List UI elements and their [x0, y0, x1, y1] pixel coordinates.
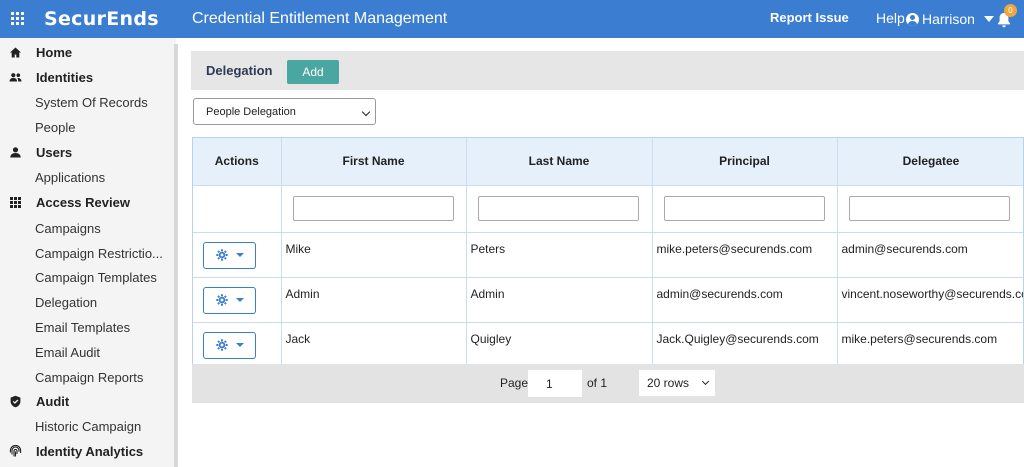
cell-first-name: Jack — [281, 321, 467, 367]
shield-icon — [9, 395, 22, 408]
cell-principal: Jack.Quigley@securends.com — [652, 321, 838, 367]
delegation-type-value: People Delegation — [206, 105, 296, 118]
app-grid-icon[interactable] — [11, 12, 24, 25]
notification-badge: 0 — [1004, 4, 1017, 17]
sidebar-item-identities[interactable]: Identities — [0, 66, 176, 88]
row-actions-button[interactable] — [203, 331, 256, 359]
caret-down-icon — [983, 16, 994, 22]
row-actions-button[interactable] — [203, 241, 256, 269]
gear-icon — [215, 294, 228, 306]
sidebar-item-label: Email Audit — [35, 344, 101, 360]
sidebar-item-campaigns[interactable]: Campaigns — [0, 217, 176, 239]
delegation-type-select[interactable]: People Delegation — [193, 98, 376, 125]
sidebar-item-identity-analytics[interactable]: Identity Analytics — [0, 440, 176, 462]
gear-icon — [215, 339, 228, 351]
sidebar-item-label: Campaign Templates — [35, 269, 157, 285]
sidebar-item-label: Historic Campaign — [35, 418, 142, 434]
chevron-down-icon — [361, 107, 371, 117]
sidebar-item-label: Campaign Reports — [35, 369, 144, 385]
principal-filter-input[interactable] — [663, 195, 825, 221]
add-button[interactable]: Add — [287, 60, 339, 84]
user-circle-icon — [906, 12, 919, 26]
delegatee-filter-input[interactable] — [848, 195, 1010, 221]
sidebar-item-delegation[interactable]: Delegation — [0, 291, 176, 313]
first-name-filter-input[interactable] — [292, 195, 454, 221]
home-icon — [9, 46, 22, 59]
page-count-label: of 1 — [587, 376, 608, 390]
sidebar-item-label: People — [35, 119, 76, 135]
fingerprint-icon — [9, 444, 22, 458]
sidebar-item-home[interactable]: Home — [0, 41, 176, 63]
sidebar-item-email-audit[interactable]: Email Audit — [0, 341, 176, 363]
cell-first-name: Mike — [281, 231, 467, 277]
sidebar-item-campaign-templates[interactable]: Campaign Templates — [0, 266, 176, 288]
column-header-principal[interactable]: Principal — [652, 138, 838, 185]
report-issue-link[interactable]: Report Issue — [770, 10, 849, 25]
sidebar-item-campaign-restrictions[interactable]: Campaign Restrictio... — [0, 242, 176, 264]
table-row: Mike Peters mike.peters@securends.com ad… — [193, 231, 1023, 277]
column-header-actions[interactable]: Actions — [193, 138, 282, 185]
page-title: Delegation — [206, 63, 273, 78]
sidebar-item-users[interactable]: Users — [0, 141, 176, 163]
sidebar-item-label: System Of Records — [35, 94, 148, 110]
sidebar-item-label: Campaigns — [35, 220, 101, 236]
table-row: Admin Admin admin@securends.com vincent.… — [193, 276, 1023, 322]
sidebar-item-campaign-reports[interactable]: Campaign Reports — [0, 366, 176, 388]
cell-last-name: Admin — [466, 276, 653, 322]
sidebar-item-system-of-records[interactable]: System Of Records — [0, 91, 176, 113]
app-title: Credential Entitlement Management — [192, 10, 448, 27]
sidebar-item-label: Identities — [36, 69, 94, 85]
sidebar-item-label: Applications — [35, 169, 106, 185]
cell-last-name: Quigley — [466, 321, 653, 367]
sidebar-item-label: Identity Analytics — [36, 443, 144, 459]
last-name-filter-input[interactable] — [477, 195, 639, 221]
sidebar-item-access-review[interactable]: Access Review — [0, 191, 176, 213]
rows-per-page-value: 20 rows — [647, 376, 690, 390]
filter-cell-actions — [193, 184, 282, 232]
gear-icon — [215, 249, 228, 261]
page-number-input[interactable]: 1 — [528, 370, 582, 397]
cell-last-name: Peters — [466, 231, 653, 277]
sidebar-item-historic-campaign[interactable]: Historic Campaign — [0, 415, 176, 437]
pagination-bar: Page 1 of 1 20 rows — [192, 364, 1024, 403]
caret-down-icon — [235, 343, 244, 347]
logo: SecurEnds — [44, 8, 159, 30]
user-name: Harrison — [922, 11, 975, 27]
chevron-down-icon — [701, 377, 710, 386]
top-bar: SecurEnds Credential Entitlement Managem… — [0, 0, 1024, 38]
people-icon — [9, 71, 22, 84]
cell-delegatee: vincent.noseworthy@securends.com — [837, 276, 1023, 322]
row-actions-button[interactable] — [203, 286, 256, 314]
column-header-first-name[interactable]: First Name — [281, 138, 467, 185]
table-row: Jack Quigley Jack.Quigley@securends.com … — [193, 321, 1023, 367]
cell-principal: admin@securends.com — [652, 276, 838, 322]
rows-per-page-select[interactable]: 20 rows — [639, 370, 715, 396]
cell-first-name: Admin — [281, 276, 467, 322]
help-link[interactable]: Help — [876, 10, 905, 26]
cell-delegatee: admin@securends.com — [837, 231, 1023, 277]
sidebar-item-people[interactable]: People — [0, 116, 176, 138]
caret-down-icon — [235, 298, 244, 302]
sidebar-item-label: Campaign Restrictio... — [35, 245, 163, 261]
sidebar-item-audit[interactable]: Audit — [0, 390, 176, 412]
column-header-last-name[interactable]: Last Name — [466, 138, 653, 185]
page-label: Page — [500, 376, 529, 390]
user-menu[interactable]: Harrison — [906, 9, 994, 29]
sidebar-item-label: Users — [36, 144, 73, 160]
column-header-delegatee[interactable]: Delegatee — [837, 138, 1023, 185]
sidebar-item-label: Home — [36, 44, 73, 60]
filter-row — [193, 184, 1023, 232]
grid-icon — [9, 196, 22, 209]
sidebar-item-label: Access Review — [36, 194, 130, 210]
sidebar-item-email-templates[interactable]: Email Templates — [0, 316, 176, 338]
sidebar-item-label: Email Templates — [35, 319, 131, 335]
cell-principal: mike.peters@securends.com — [652, 231, 838, 277]
sidebar-item-applications[interactable]: Applications — [0, 166, 176, 188]
cell-delegatee: mike.peters@securends.com — [837, 321, 1023, 367]
user-icon — [9, 146, 22, 159]
caret-down-icon — [235, 253, 244, 257]
sidebar-item-label: Audit — [36, 393, 70, 409]
sidebar-item-label: Delegation — [35, 294, 98, 310]
